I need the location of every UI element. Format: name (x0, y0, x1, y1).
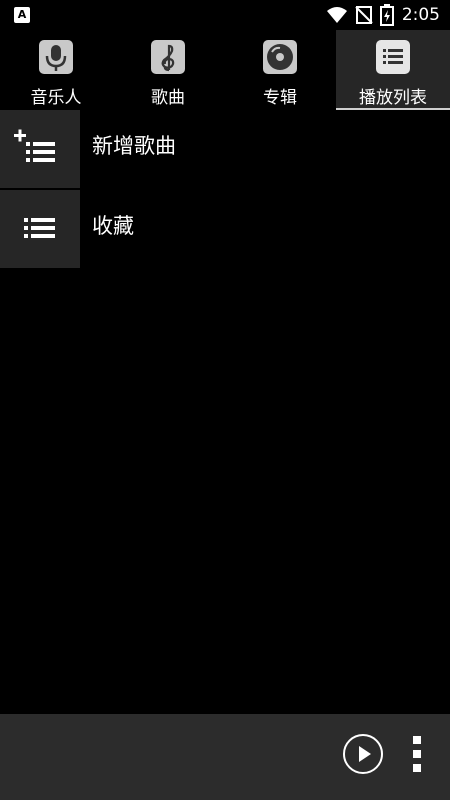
play-icon (359, 746, 371, 762)
playlist-icon (0, 190, 80, 268)
dot (413, 764, 421, 772)
status-icons: 2:05 (326, 4, 440, 26)
more-options-button[interactable] (408, 736, 428, 776)
battery-charging-icon (379, 4, 394, 26)
dot (413, 750, 421, 758)
tab-albums[interactable]: 专辑 (224, 30, 336, 110)
status-bar: A 2:05 (0, 0, 450, 30)
app-notification-icon: A (14, 7, 30, 23)
no-sim-icon (355, 6, 373, 24)
tab-artists[interactable]: 音乐人 (0, 30, 112, 110)
list-item-label: 新增歌曲 (92, 134, 176, 158)
tab-playlists[interactable]: 播放列表 (336, 30, 450, 110)
tab-label: 播放列表 (359, 88, 427, 108)
tab-label: 专辑 (263, 88, 297, 108)
treble-clef-icon (151, 40, 185, 74)
tab-bar: 音乐人 歌曲 专辑 播放列表 (0, 30, 450, 110)
tab-songs[interactable]: 歌曲 (112, 30, 224, 110)
playlist-icon (376, 40, 410, 74)
list-item-label: 收藏 (92, 214, 134, 238)
list-item-favorites[interactable]: 收藏 (0, 190, 450, 270)
playlist-list: 新增歌曲 收藏 (0, 110, 450, 270)
tab-label: 歌曲 (151, 88, 185, 108)
play-button[interactable] (343, 734, 383, 774)
dot (413, 736, 421, 744)
wifi-icon (326, 7, 347, 23)
list-item-new-songs[interactable]: 新增歌曲 (0, 110, 450, 190)
clock: 2:05 (401, 5, 440, 25)
disc-icon (263, 40, 297, 74)
tab-label: 音乐人 (30, 88, 82, 108)
add-playlist-icon (0, 110, 80, 188)
player-bar (0, 714, 450, 800)
microphone-icon (39, 40, 73, 74)
